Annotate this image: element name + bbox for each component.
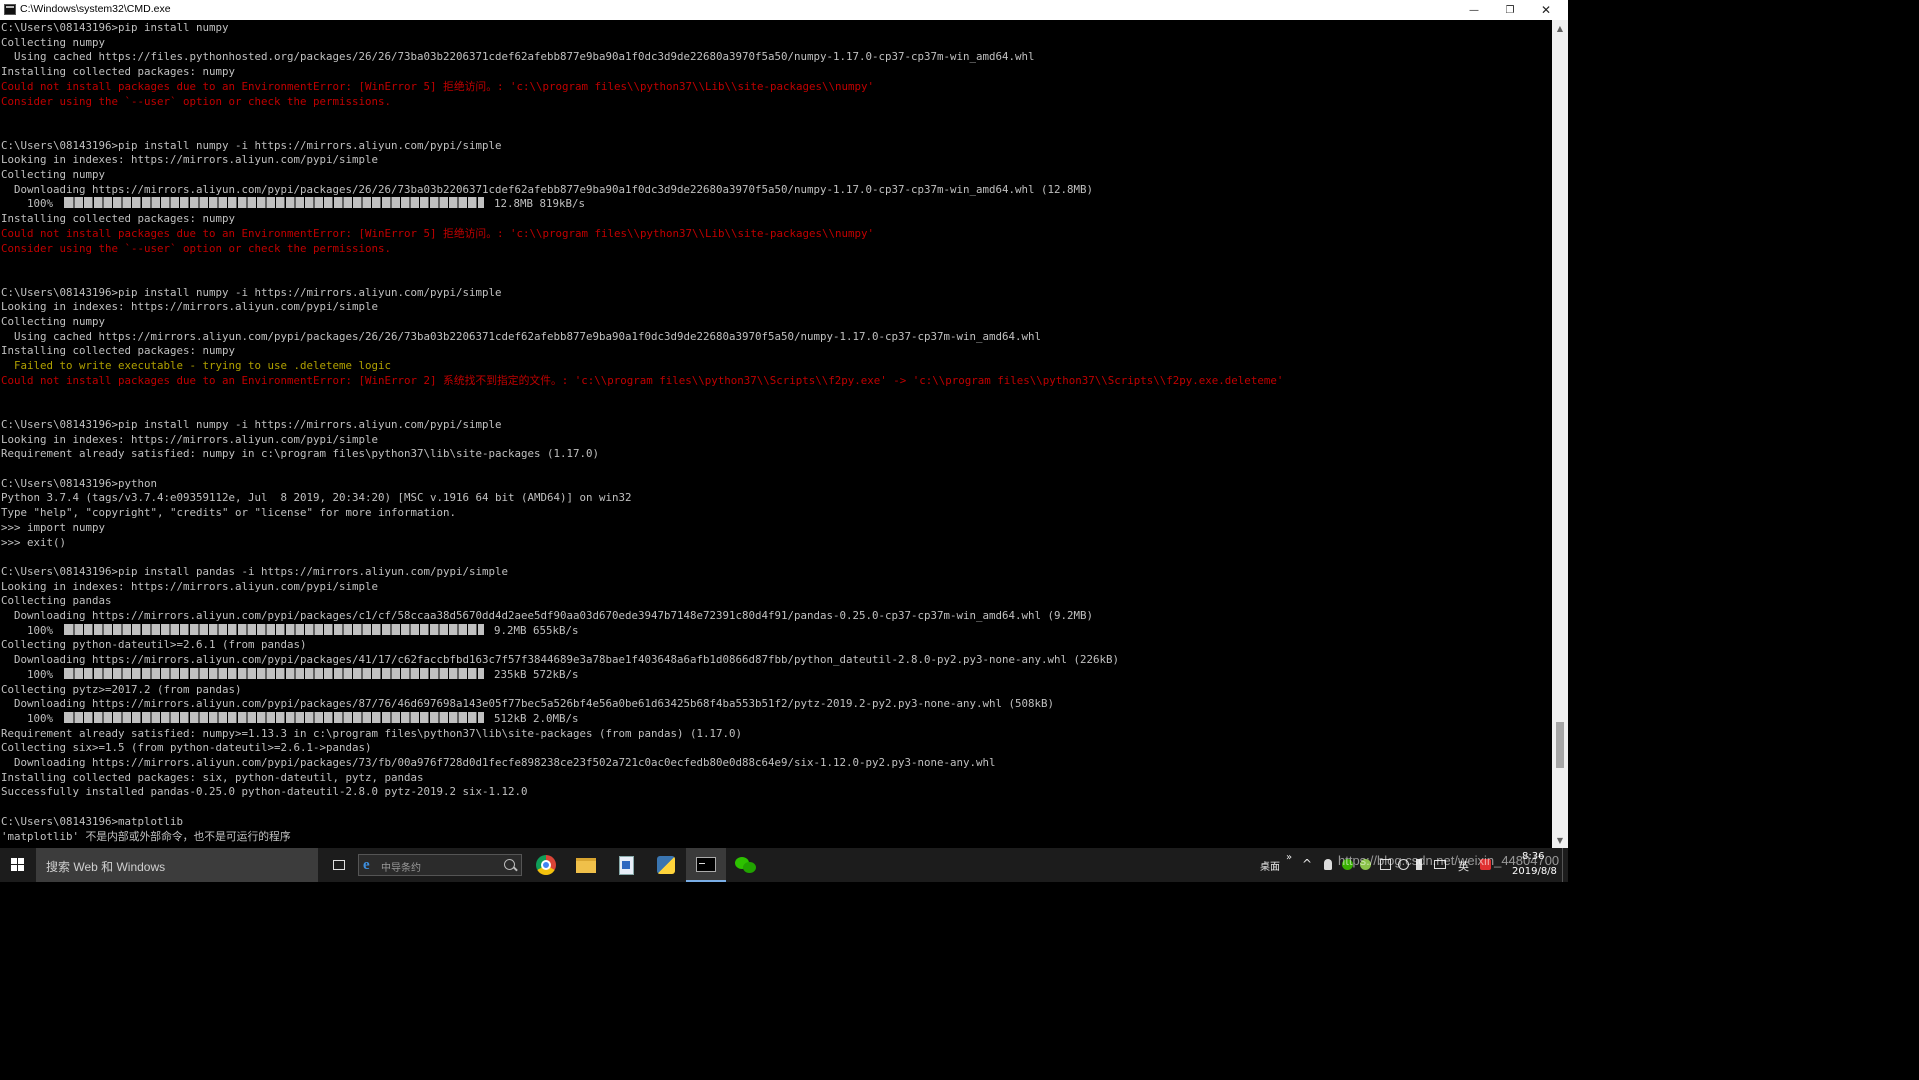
console-line: Collecting numpy [1, 315, 106, 328]
console-line: Collecting pytz>=2017.2 (from pandas) [1, 682, 242, 696]
console-line: Successfully installed pandas-0.25.0 pyt… [1, 785, 528, 799]
console-line: Collecting python-dateutil>=2.6.1 (from … [1, 638, 307, 652]
console-line: >>> import numpy [1, 520, 106, 534]
taskbar-app-wechat[interactable] [726, 848, 766, 882]
console-line: Looking in indexes: https://mirrors.aliy… [1, 300, 379, 314]
console-line: Downloading https://mirrors.aliyun.com/p… [1, 697, 1055, 711]
console-error-line: Could not install packages due to an Env… [1, 373, 1284, 387]
task-view-button[interactable] [326, 848, 352, 882]
console-line: >>> exit() [1, 535, 67, 549]
console-line: Collecting pandas [1, 594, 112, 608]
progress-stats: 512kB 2.0MB/s [487, 711, 579, 725]
console-error-line: Consider using the `--user` option or ch… [1, 94, 392, 108]
console-line: Downloading https://mirrors.aliyun.com/p… [1, 182, 1094, 196]
scroll-up-arrow-icon[interactable]: ▲ [1552, 20, 1568, 36]
progress-percent: 100% [1, 623, 60, 637]
progress-stats: 235kB 572kB/s [487, 667, 579, 681]
toolbar-overflow-icon[interactable]: » [1286, 852, 1292, 863]
console-error-line: Could not install packages due to an Env… [1, 226, 875, 240]
console-line: Downloading https://mirrors.aliyun.com/p… [1, 653, 1120, 667]
address-text: 中导条约 [381, 863, 421, 874]
console-line: Requirement already satisfied: numpy in … [1, 447, 600, 461]
console-line: Installing collected packages: numpy [1, 212, 236, 226]
console-line: Collecting numpy [1, 168, 106, 181]
taskbar-app-python[interactable] [646, 848, 686, 882]
python-icon [657, 856, 675, 874]
console-line: Downloading https://mirrors.aliyun.com/p… [1, 756, 996, 769]
close-button[interactable]: ✕ [1528, 0, 1564, 20]
progress-bar [63, 667, 484, 679]
csdn-watermark: https://blog.csdn.net/weixin_44804700 [1338, 853, 1560, 868]
console-line: Using cached https://mirrors.aliyun.com/… [1, 329, 1042, 343]
console-line: Installing collected packages: numpy [1, 344, 236, 358]
console-progress-line: 100% 12.8MB 819kB/s [1, 197, 585, 212]
console-line: Looking in indexes: https://mirrors.aliy… [1, 432, 379, 446]
progress-percent: 100% [1, 197, 60, 211]
progress-bar [63, 711, 484, 723]
console-line: 'matplotlib' 不是内部或外部命令，也不是可运行的程序 [1, 829, 291, 843]
console-progress-line: 100% 9.2MB 655kB/s [1, 623, 579, 639]
task-view-icon [333, 860, 345, 870]
cmd-icon [696, 856, 716, 872]
taskbar-app-cmd[interactable] [686, 848, 726, 882]
taskbar-app-document[interactable] [606, 848, 646, 882]
console-line: C:\Users\08143196>matplotlib [1, 814, 184, 828]
console-line: C:\Users\08143196>python [1, 476, 158, 490]
console-line: Looking in indexes: https://mirrors.aliy… [1, 579, 379, 593]
search-placeholder: 搜索 Web 和 Windows [46, 860, 166, 874]
console-line: Type "help", "copyright", "credits" or "… [1, 506, 457, 520]
vertical-scrollbar[interactable]: ▲ ▼ [1552, 20, 1568, 848]
start-button[interactable] [0, 848, 36, 882]
console-line: Using cached https://files.pythonhosted.… [1, 50, 1035, 64]
console-progress-line: 100% 512kB 2.0MB/s [1, 711, 579, 727]
console-line: C:\Users\08143196>pip install numpy [1, 21, 229, 34]
folder-icon [576, 857, 596, 873]
restore-button[interactable]: ❐ [1492, 0, 1528, 20]
console-output[interactable]: C:\Users\08143196>pip install numpy Colle… [0, 20, 1552, 848]
console-line: Downloading https://mirrors.aliyun.com/p… [1, 609, 1094, 622]
taskbar-address-bar[interactable]: e 中导条约 [358, 854, 522, 876]
progress-stats: 9.2MB 655kB/s [487, 623, 579, 637]
notification-bell-icon[interactable] [1324, 859, 1332, 870]
document-icon [618, 855, 634, 875]
console-line: Python 3.7.4 (tags/v3.7.4:e09359112e, Ju… [1, 491, 632, 505]
progress-percent: 100% [1, 667, 60, 681]
console-line: Installing collected packages: numpy [1, 65, 236, 79]
console-warning-line: Failed to write executable - trying to u… [1, 359, 392, 373]
console-line: C:\Users\08143196>pip install numpy -i h… [1, 417, 502, 431]
progress-bar [63, 197, 484, 209]
chrome-icon [536, 855, 556, 875]
console-line: Collecting numpy [1, 35, 106, 49]
progress-bar [63, 623, 484, 635]
console-line: Requirement already satisfied: numpy>=1.… [1, 726, 743, 740]
show-hidden-icons-icon[interactable]: ^ [1302, 857, 1312, 871]
console-progress-line: 100% 235kB 572kB/s [1, 667, 579, 683]
console-line: C:\Users\08143196>pip install numpy -i h… [1, 138, 502, 152]
console-line: C:\Users\08143196>pip install pandas -i … [1, 564, 509, 578]
console-line: Installing collected packages: six, pyth… [1, 770, 424, 784]
progress-stats: 12.8MB 819kB/s [487, 197, 586, 211]
wechat-icon [735, 856, 757, 874]
cmd-app-icon[interactable] [4, 4, 16, 15]
edge-icon: e [363, 857, 370, 873]
search-icon[interactable] [504, 859, 515, 870]
console-error-line: Could not install packages due to an Env… [1, 79, 875, 93]
console-line: C:\Users\08143196>pip install numpy -i h… [1, 285, 502, 299]
taskbar-search-box[interactable]: 搜索 Web 和 Windows [36, 848, 318, 882]
windows-logo-icon [11, 858, 25, 872]
scroll-down-arrow-icon[interactable]: ▼ [1552, 832, 1568, 848]
minimize-button[interactable]: — [1456, 0, 1492, 20]
console-error-line: Consider using the `--user` option or ch… [1, 241, 392, 255]
console-line: Looking in indexes: https://mirrors.aliy… [1, 153, 379, 167]
progress-percent: 100% [1, 711, 60, 725]
taskbar-app-chrome[interactable] [526, 848, 566, 882]
taskbar-app-file-explorer[interactable] [566, 848, 606, 882]
taskbar: 搜索 Web 和 Windows e 中导条约 桌面 » ^ 英 8:36 20… [0, 848, 1568, 882]
show-desktop-button[interactable] [1562, 848, 1568, 882]
title-bar[interactable]: C:\Windows\system32\CMD.exe — ❐ ✕ [0, 0, 1568, 21]
scroll-thumb[interactable] [1556, 722, 1564, 768]
console-line: Collecting six>=1.5 (from python-dateuti… [1, 741, 372, 755]
window-title: C:\Windows\system32\CMD.exe [20, 3, 171, 15]
desktop-toolbar-label[interactable]: 桌面 [1260, 858, 1280, 873]
